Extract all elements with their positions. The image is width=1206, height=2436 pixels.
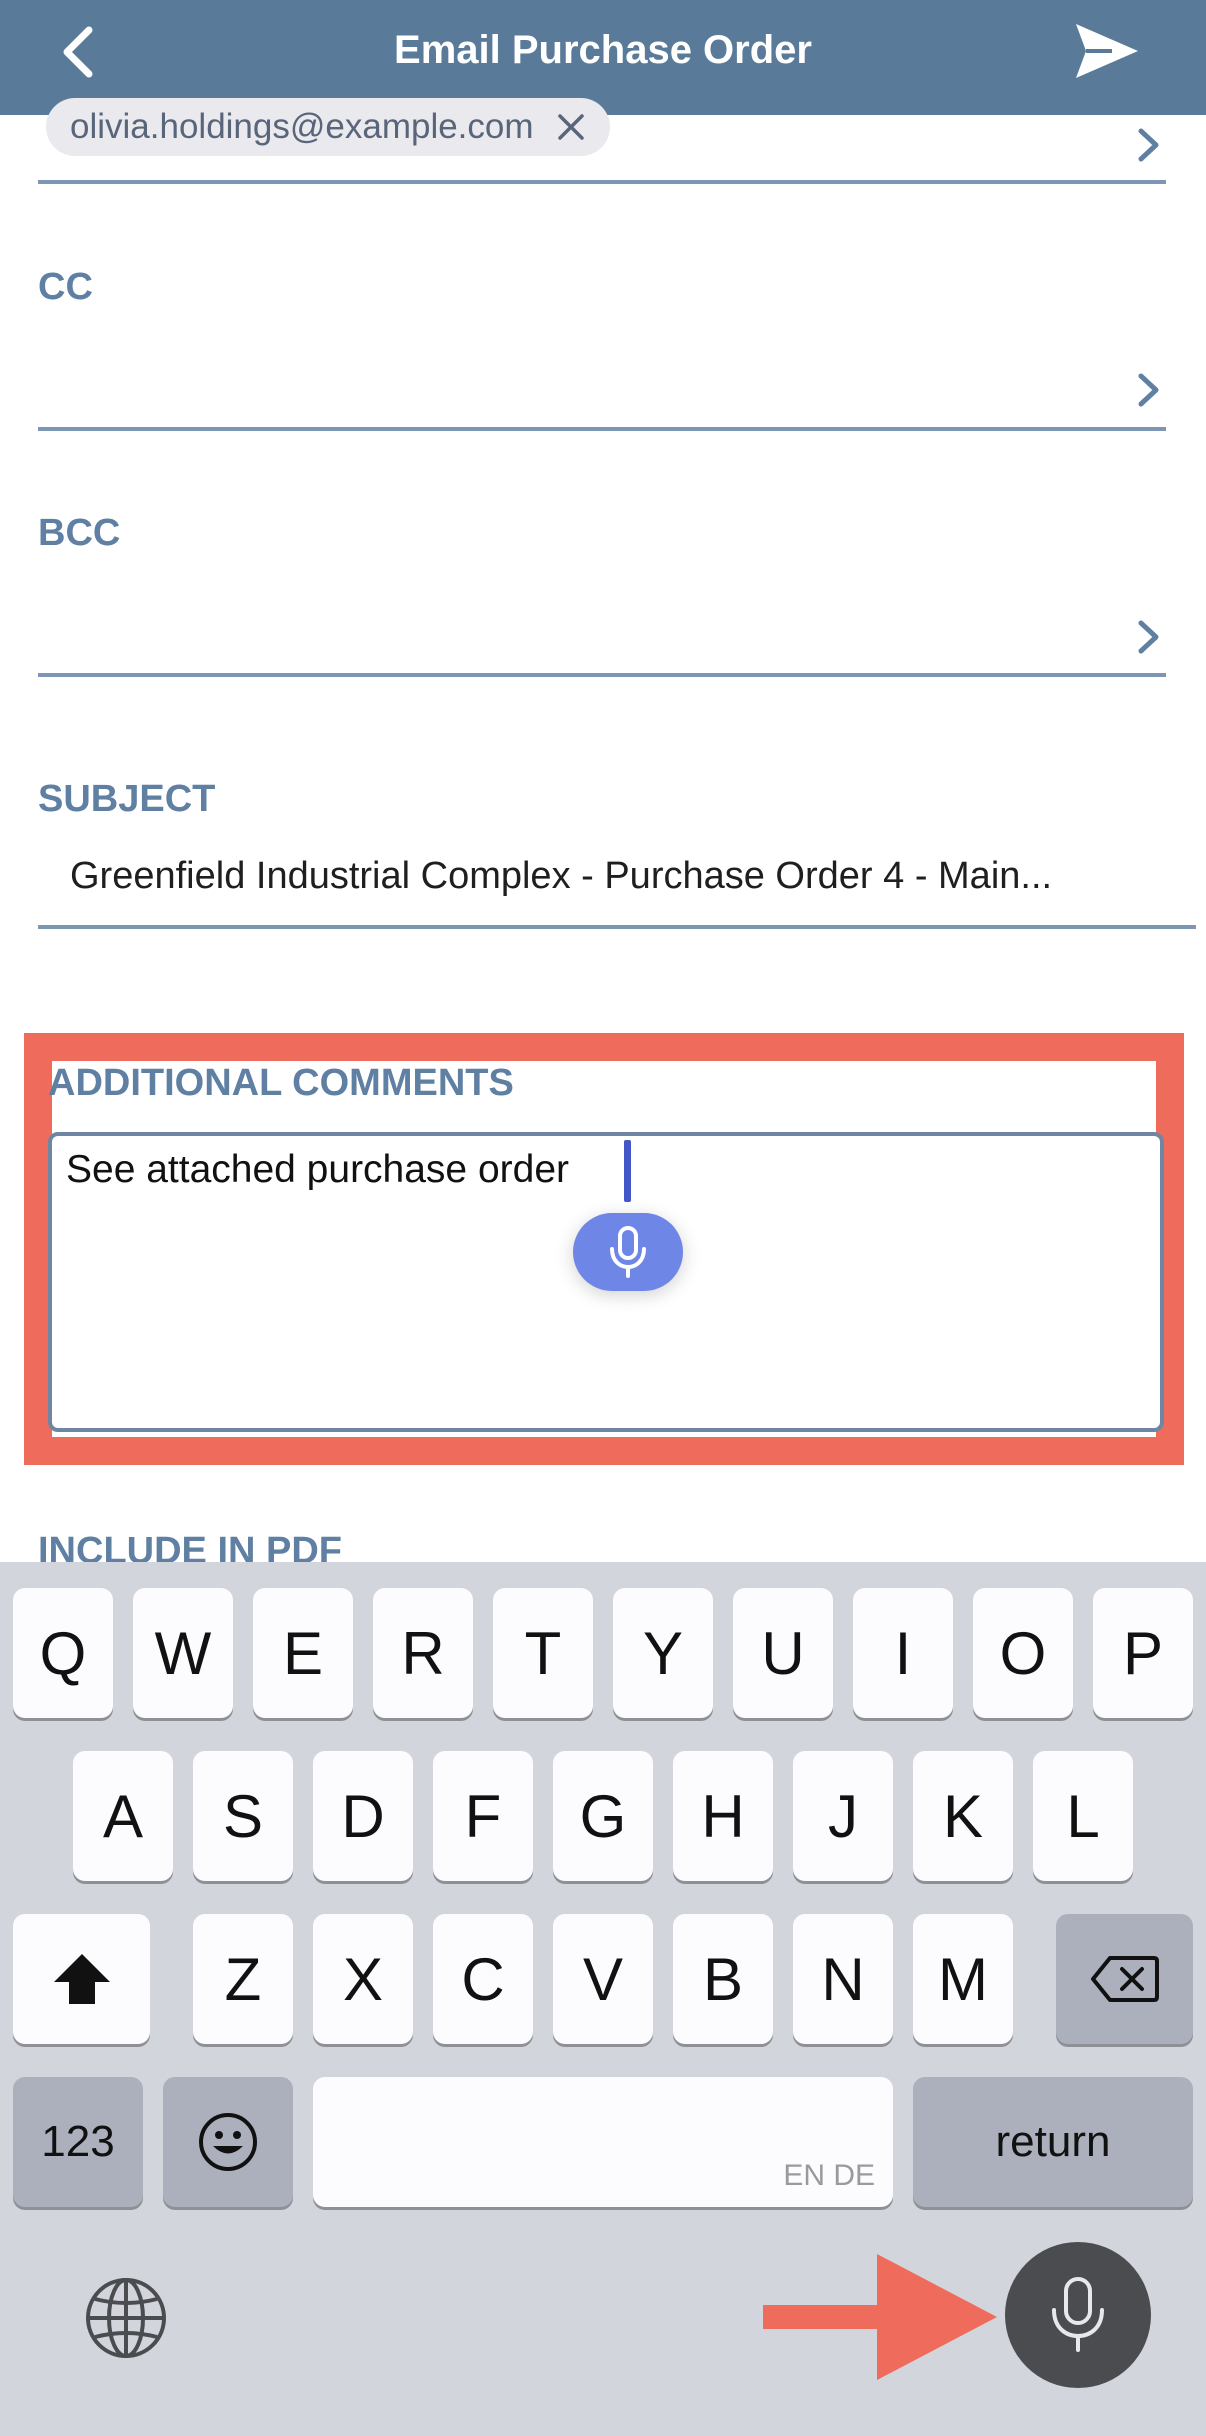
arrow-annotation-icon: [763, 2254, 997, 2380]
remove-icon[interactable]: [556, 112, 586, 142]
key-t[interactable]: T: [493, 1588, 593, 1718]
key-p[interactable]: P: [1093, 1588, 1193, 1718]
recipient-chip[interactable]: olivia.holdings@example.com: [46, 98, 610, 156]
bcc-field[interactable]: [38, 575, 1166, 675]
chevron-right-icon[interactable]: [1136, 370, 1162, 410]
comments-text: See attached purchase order: [66, 1148, 570, 1191]
return-key[interactable]: return: [913, 2077, 1193, 2207]
key-z[interactable]: Z: [193, 1914, 293, 2044]
delete-key[interactable]: [1056, 1914, 1193, 2044]
key-d[interactable]: D: [313, 1751, 413, 1881]
dictation-key[interactable]: [1005, 2242, 1151, 2388]
key-k[interactable]: K: [913, 1751, 1013, 1881]
key-a[interactable]: A: [73, 1751, 173, 1881]
key-x[interactable]: X: [313, 1914, 413, 2044]
backspace-icon: [1090, 1956, 1159, 2002]
key-m[interactable]: M: [913, 1914, 1013, 2044]
send-icon: [1076, 24, 1138, 78]
key-i[interactable]: I: [853, 1588, 953, 1718]
shift-icon: [53, 1954, 110, 2004]
key-s[interactable]: S: [193, 1751, 293, 1881]
key-n[interactable]: N: [793, 1914, 893, 2044]
key-j[interactable]: J: [793, 1751, 893, 1881]
to-field-underline: [38, 180, 1166, 184]
key-e[interactable]: E: [253, 1588, 353, 1718]
key-g[interactable]: G: [553, 1751, 653, 1881]
key-r[interactable]: R: [373, 1588, 473, 1718]
chevron-right-icon[interactable]: [1136, 125, 1162, 165]
key-y[interactable]: Y: [613, 1588, 713, 1718]
recipient-email: olivia.holdings@example.com: [70, 107, 534, 146]
dictation-button[interactable]: [573, 1213, 683, 1291]
text-cursor: [624, 1140, 631, 1202]
emoji-icon: [199, 2113, 257, 2171]
key-h[interactable]: H: [673, 1751, 773, 1881]
space-key[interactable]: EN DE: [313, 2077, 893, 2207]
page-title: Email Purchase Order: [394, 28, 812, 72]
shift-key[interactable]: [13, 1914, 150, 2044]
key-o[interactable]: O: [973, 1588, 1073, 1718]
cc-field-underline: [38, 427, 1166, 431]
key-v[interactable]: V: [553, 1914, 653, 2044]
emoji-key[interactable]: [163, 2077, 293, 2207]
back-button[interactable]: [55, 22, 115, 82]
cc-field[interactable]: [38, 330, 1166, 430]
bcc-label: BCC: [38, 512, 121, 554]
subject-label: SUBJECT: [38, 778, 216, 820]
numbers-key[interactable]: 123: [13, 2077, 143, 2207]
microphone-icon: [610, 1226, 646, 1278]
bcc-field-underline: [38, 673, 1166, 677]
key-f[interactable]: F: [433, 1751, 533, 1881]
key-l[interactable]: L: [1033, 1751, 1133, 1881]
chevron-left-icon: [63, 26, 93, 78]
chevron-right-icon[interactable]: [1136, 617, 1162, 657]
keyboard-languages: EN DE: [783, 2159, 875, 2192]
comments-label: ADDITIONAL COMMENTS: [48, 1062, 514, 1104]
subject-underline: [38, 925, 1196, 929]
key-u[interactable]: U: [733, 1588, 833, 1718]
send-button[interactable]: [1072, 20, 1142, 82]
key-c[interactable]: C: [433, 1914, 533, 2044]
key-w[interactable]: W: [133, 1588, 233, 1718]
subject-input[interactable]: Greenfield Industrial Complex - Purchase…: [70, 855, 1195, 898]
globe-icon[interactable]: [82, 2274, 170, 2362]
microphone-icon: [1052, 2277, 1104, 2352]
cc-label: CC: [38, 266, 93, 308]
key-b[interactable]: B: [673, 1914, 773, 2044]
key-q[interactable]: Q: [13, 1588, 113, 1718]
